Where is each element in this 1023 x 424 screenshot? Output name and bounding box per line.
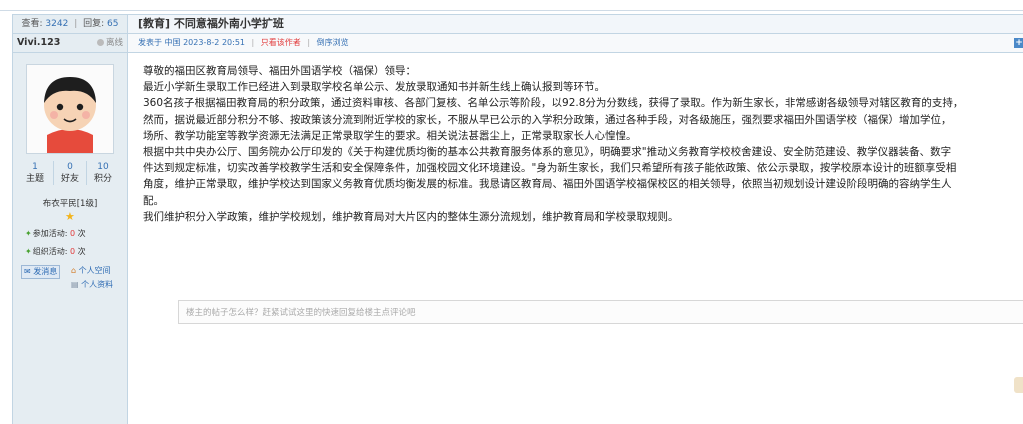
post-date: 发表于 中国 2023-8-2 20:51	[138, 38, 245, 47]
reverse-order-link[interactable]: 倒序浏览	[317, 38, 349, 47]
points-label: 积分	[93, 174, 112, 184]
activity-organized: ✦组织活动: 0 次	[25, 246, 86, 257]
friends-label: 好友	[60, 174, 79, 184]
post-paragraph: 然而，据说最近部分积分不够、按政策该分流到附近学校的家长，不服从早已公示的入学积…	[143, 113, 952, 126]
author-name[interactable]: Vivi.123	[17, 34, 60, 52]
quick-reply-input[interactable]: 楼主的帖子怎么样？赶紧试试这里的快速回复给楼主点评论吧	[178, 300, 1023, 324]
star-icon: ★	[65, 210, 75, 223]
post-paragraph: 根据中共中央办公厅、国务院办公厅印发的《关于构建优质均衡的基本公共教育服务体系的…	[143, 146, 952, 159]
post-container: 查看: 3242 | 回复: 65 Vivi.123 离线 1 主题 0 好友 …	[12, 14, 1023, 424]
post-meta: 发表于 中国 2023-8-2 20:51 | 只看该作者 | 倒序浏览 +	[128, 34, 1023, 53]
activity-joined: ✦参加活动: 0 次	[25, 228, 86, 239]
activity-joined-unit: 次	[77, 229, 86, 238]
flag-icon: ✦	[25, 247, 32, 256]
post-paragraph: 场所、教学功能室等教学资源无法满足正常录取学生的要求。相关说法甚嚣尘上，正常录取…	[143, 129, 637, 142]
send-message-button[interactable]: ✉ 发消息	[21, 265, 61, 279]
activity-joined-label: 参加活动:	[32, 229, 68, 238]
post-paragraph: 360名孩子根据福田教育局的积分政策，通过资料审核、各部门复核、名单公示等阶段，…	[143, 97, 964, 110]
personal-space-label: 个人空间	[78, 266, 111, 275]
thread-title: [教育] 不同意福外南小学扩班	[128, 15, 1023, 34]
post-paragraph: 件达到规定标准，切实改善学校教学生活和安全保障条件，加强校园文化环境建设。"身为…	[143, 162, 957, 175]
author-sidebar: 查看: 3242 | 回复: 65 Vivi.123 离线 1 主题 0 好友 …	[13, 15, 128, 424]
post-body: 尊敬的福田区教育局领导、福田外国语学校（福保）领导： 最近小学新生录取工作已经进…	[143, 63, 1023, 225]
post-paragraph: 角度，维护正常录取，维护学校达到国家义务教育优质均衡发展的标准。我恳请区教育局、…	[143, 178, 952, 191]
personal-profile-label: 个人资料	[81, 280, 114, 289]
top-divider	[0, 0, 1023, 11]
replies-count: 65	[107, 19, 119, 29]
quick-reply-placeholder: 楼主的帖子怎么样？赶紧试试这里的快速回复给楼主点评论吧	[186, 308, 416, 318]
activity-organized-count: 0	[69, 247, 76, 256]
topics-count: 1	[32, 162, 38, 172]
like-icon[interactable]	[1014, 377, 1023, 393]
activity-joined-count: 0	[69, 229, 76, 238]
mail-icon: ✉	[24, 267, 31, 276]
points-stat[interactable]: 10 积分	[87, 161, 119, 185]
post-paragraph: 尊敬的福田区教育局领导、福田外国语学校（福保）领导：	[143, 65, 416, 77]
send-message-label: 发消息	[33, 267, 58, 276]
post-paragraph: 我们维护积分入学政策，维护学校规划，维护教育局对大片区内的整体生源分流规划，维护…	[143, 210, 679, 223]
profile-icon: ▤	[71, 280, 79, 289]
topics-stat[interactable]: 1 主题	[19, 161, 51, 185]
points-count: 10	[97, 162, 109, 172]
thread-category[interactable]: [教育]	[138, 17, 170, 30]
online-status: 离线	[96, 34, 123, 52]
post-paragraph: 配。	[143, 194, 164, 207]
offline-dot-icon	[96, 39, 104, 46]
stats-divider: |	[74, 19, 78, 29]
author-only-link[interactable]: 只看该作者	[261, 38, 301, 47]
meta-divider: |	[307, 38, 311, 47]
friends-count: 0	[67, 162, 73, 172]
post-main: [教育] 不同意福外南小学扩班 发表于 中国 2023-8-2 20:51 | …	[128, 15, 1023, 424]
personal-space-link[interactable]: ⌂ 个人空间	[71, 265, 111, 276]
author-counts: 1 主题 0 好友 10 积分	[13, 161, 127, 189]
online-status-label: 离线	[105, 38, 123, 48]
expand-icon[interactable]: +	[1014, 38, 1023, 48]
post-paragraph: 最近小学新生录取工作已经进入到录取学校名单公示、发放录取通知书并新生线上确认报到…	[143, 81, 605, 94]
views-label: 查看:	[21, 19, 43, 29]
friends-stat[interactable]: 0 好友	[53, 161, 87, 185]
activity-organized-label: 组织活动:	[32, 247, 68, 256]
views-count: 3242	[45, 19, 69, 29]
activity-organized-unit: 次	[77, 247, 86, 256]
replies-label: 回复:	[83, 19, 105, 29]
thread-stats: 查看: 3242 | 回复: 65	[13, 15, 127, 34]
thread-title-text: 不同意福外南小学扩班	[173, 17, 284, 30]
home-icon: ⌂	[71, 266, 77, 275]
meta-divider: |	[251, 38, 255, 47]
avatar-icon	[27, 65, 113, 153]
topics-label: 主题	[25, 174, 44, 184]
personal-profile-link[interactable]: ▤ 个人资料	[71, 279, 113, 290]
avatar[interactable]	[26, 64, 114, 154]
author-bar: Vivi.123 离线	[13, 34, 127, 53]
flag-icon: ✦	[25, 229, 32, 238]
user-rank[interactable]: 布衣平民[1级]	[13, 197, 127, 209]
